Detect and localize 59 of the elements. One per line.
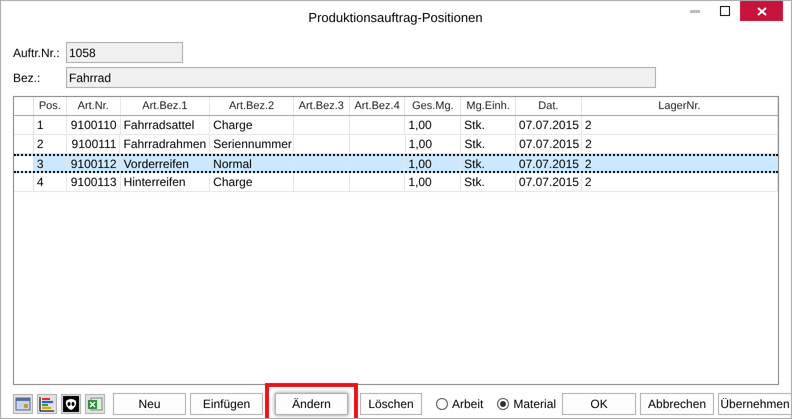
table-cell-text: 2 [584, 174, 592, 191]
action-button[interactable]: Ändern [275, 393, 348, 415]
table-cell-text: Charge [213, 174, 253, 191]
table-cell-text: 9100113 [70, 174, 117, 191]
table-cell-text: 9100112 [70, 156, 117, 172]
column-header[interactable]: LagerNr. [582, 97, 778, 115]
table-cell-text: 07.07.2015 [518, 156, 579, 172]
column-header[interactable]: Art.Bez.2 [210, 97, 294, 115]
dialog-button[interactable]: Abbrechen [640, 393, 714, 415]
table-cell-text: Seriennummer [213, 136, 292, 153]
column-header[interactable]: Art.Bez.1 [120, 97, 210, 115]
table-cell-text: Charge [213, 117, 253, 134]
table-cell-text: 9100110 [70, 117, 117, 134]
table-cell-text: 2 [36, 136, 44, 153]
table-cell-text: Normal [213, 156, 252, 172]
action-button[interactable]: Einfügen [190, 393, 263, 415]
table-cell-text: 2 [584, 156, 592, 172]
table-cell-text: Stk. [464, 117, 485, 134]
radio-label: Material [513, 396, 556, 413]
table-row[interactable]: 3 9100112 Vorderreifen Normal 1,00 Stk. 07.07.2015 2 [14, 154, 778, 173]
table-cell-text: 2 [585, 136, 592, 153]
column-header[interactable]: Dat. [516, 97, 582, 115]
table-cell-text: 07.07.2015 [519, 136, 580, 153]
table-row[interactable]: 1 9100110 Fahrradsattel Charge 1,00 Stk. 07.07.2015 2 [14, 116, 778, 135]
column-header[interactable]: Pos. [34, 97, 67, 115]
text-field[interactable]: 1058 [66, 42, 183, 63]
table-cell-text: 1 [36, 117, 44, 134]
table-cell-text: Hinterreifen [124, 174, 186, 191]
table-cell-text: 1,00 [408, 174, 432, 191]
table-cell-text: 2 [584, 117, 592, 134]
table-cell-text: Stk. [464, 174, 485, 191]
table-cell-text: Fahrradsattel [124, 117, 194, 134]
radio-label: Arbeit [452, 396, 484, 413]
dialog-button[interactable]: Übernehmen [718, 393, 791, 415]
column-header[interactable]: Mg.Einh. [461, 97, 516, 115]
table-cell-text: Fahrradrahmen [123, 136, 206, 153]
dialog-button[interactable]: OK [562, 393, 636, 415]
table-cell-text: 4 [36, 174, 44, 191]
table-cell-text: 1,00 [408, 136, 432, 153]
table-cell-text: 1,00 [408, 156, 432, 172]
text-field[interactable]: Fahrrad [66, 67, 656, 88]
action-button[interactable]: Neu [113, 393, 186, 415]
table-cell-text: 07.07.2015 [518, 117, 579, 134]
table-cell-text: Stk. [464, 156, 485, 172]
table-cell-text: 9100111 [72, 136, 116, 153]
window-title: Produktionsauftrag-Positionen [308, 9, 483, 27]
table-cell-text: 07.07.2015 [518, 174, 579, 191]
column-header[interactable]: Art.Bez.4 [350, 97, 406, 115]
field-label: Bez.: [13, 70, 42, 86]
action-button[interactable]: Löschen [360, 393, 422, 415]
table-cell-text: 3 [36, 156, 44, 172]
column-header[interactable]: Art.Bez.3 [294, 97, 350, 115]
table-cell-text: Stk. [464, 136, 486, 153]
table-cell-text: 1,00 [408, 117, 432, 134]
field-label: Auftr.Nr.: [13, 44, 61, 62]
column-header[interactable]: Art.Nr. [66, 97, 121, 115]
table-row[interactable]: 4 9100113 Hinterreifen Charge 1,00 Stk. 07.07.2015 2 [14, 173, 778, 192]
table-cell-text: Vorderreifen [124, 156, 189, 172]
column-header[interactable]: Ges.Mg. [405, 97, 462, 115]
